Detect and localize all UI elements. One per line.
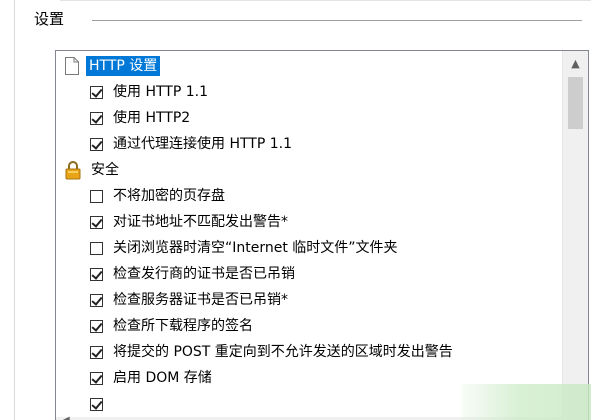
tree-category-security[interactable]: 安全 xyxy=(64,157,122,183)
vertical-scrollbar[interactable]: ▲ xyxy=(562,51,588,420)
watermark-overlay xyxy=(462,384,591,420)
option-label: 检查所下载程序的签名 xyxy=(113,318,253,334)
category-label-http: HTTP 设置 xyxy=(86,56,161,76)
checkbox-proxy-http11[interactable] xyxy=(90,137,103,151)
scroll-up-icon[interactable]: ▲ xyxy=(563,51,588,75)
tree-option-proxy-http11[interactable]: 通过代理连接使用 HTTP 1.1 xyxy=(90,131,292,157)
internet-options-advanced-page: 设置 HTTP 设置 使用 HTTP 1.1 使用 HTTP2 通过代理连接使用… xyxy=(0,0,591,420)
tree-option-cert-mismatch-warning[interactable]: 对证书地址不匹配发出警告* xyxy=(90,209,288,235)
settings-group-line xyxy=(92,20,582,21)
tree-category-http[interactable]: HTTP 设置 xyxy=(64,53,161,79)
option-label: 不将加密的页存盘 xyxy=(113,188,225,204)
checkbox-use-http11[interactable] xyxy=(90,85,103,99)
settings-group-label: 设置 xyxy=(34,10,65,28)
scroll-left-icon[interactable]: ◀ xyxy=(62,415,70,420)
tree-option-use-http11[interactable]: 使用 HTTP 1.1 xyxy=(90,79,208,105)
tree-option-check-download-signature[interactable]: 检查所下载程序的签名 xyxy=(90,313,253,339)
option-label: 使用 HTTP2 xyxy=(113,110,191,126)
option-label: 关闭浏览器时清空“Internet 临时文件”文件夹 xyxy=(113,240,398,256)
checkbox-no-save-encrypted[interactable] xyxy=(90,189,103,203)
tree-option-publisher-cert-revocation[interactable]: 检查发行商的证书是否已吊销 xyxy=(90,261,295,287)
scroll-thumb[interactable] xyxy=(568,77,583,129)
checkbox-use-http2[interactable] xyxy=(90,111,103,125)
checkbox-partial[interactable] xyxy=(90,397,103,411)
tree-option-no-save-encrypted[interactable]: 不将加密的页存盘 xyxy=(90,183,225,209)
option-label: 对证书地址不匹配发出警告* xyxy=(113,214,288,230)
tree-option-use-http2[interactable]: 使用 HTTP2 xyxy=(90,105,190,131)
lock-icon xyxy=(65,161,81,180)
window-edge xyxy=(0,0,15,420)
checkbox-check-download-signature[interactable] xyxy=(90,319,103,333)
top-divider xyxy=(60,0,591,1)
tree-option-partial[interactable] xyxy=(90,391,103,417)
tree-option-enable-dom-storage[interactable]: 启用 DOM 存储 xyxy=(90,365,212,391)
checkbox-publisher-cert-revocation[interactable] xyxy=(90,267,103,281)
option-label: 使用 HTTP 1.1 xyxy=(113,84,208,100)
option-label: 检查服务器证书是否已吊销* xyxy=(113,292,288,308)
tree-option-server-cert-revocation[interactable]: 检查服务器证书是否已吊销* xyxy=(90,287,288,313)
option-label: 检查发行商的证书是否已吊销 xyxy=(113,266,295,282)
category-label-security: 安全 xyxy=(91,162,119,178)
checkbox-enable-dom-storage[interactable] xyxy=(90,371,103,385)
checkbox-server-cert-revocation[interactable] xyxy=(90,293,103,307)
page-icon xyxy=(65,57,79,75)
checkbox-post-redirect-warning[interactable] xyxy=(90,345,103,359)
option-label: 将提交的 POST 重定向到不允许发送的区域时发出警告 xyxy=(113,344,453,360)
option-label: 通过代理连接使用 HTTP 1.1 xyxy=(113,136,292,152)
checkbox-cert-mismatch-warning[interactable] xyxy=(90,215,103,229)
checkbox-empty-temp-files[interactable] xyxy=(90,241,103,255)
tree-option-empty-temp-files[interactable]: 关闭浏览器时清空“Internet 临时文件”文件夹 xyxy=(90,235,398,261)
settings-tree[interactable]: HTTP 设置 使用 HTTP 1.1 使用 HTTP2 通过代理连接使用 HT… xyxy=(55,50,589,420)
tree-option-post-redirect-warning[interactable]: 将提交的 POST 重定向到不允许发送的区域时发出警告 xyxy=(90,339,453,365)
option-label: 启用 DOM 存储 xyxy=(113,370,212,386)
